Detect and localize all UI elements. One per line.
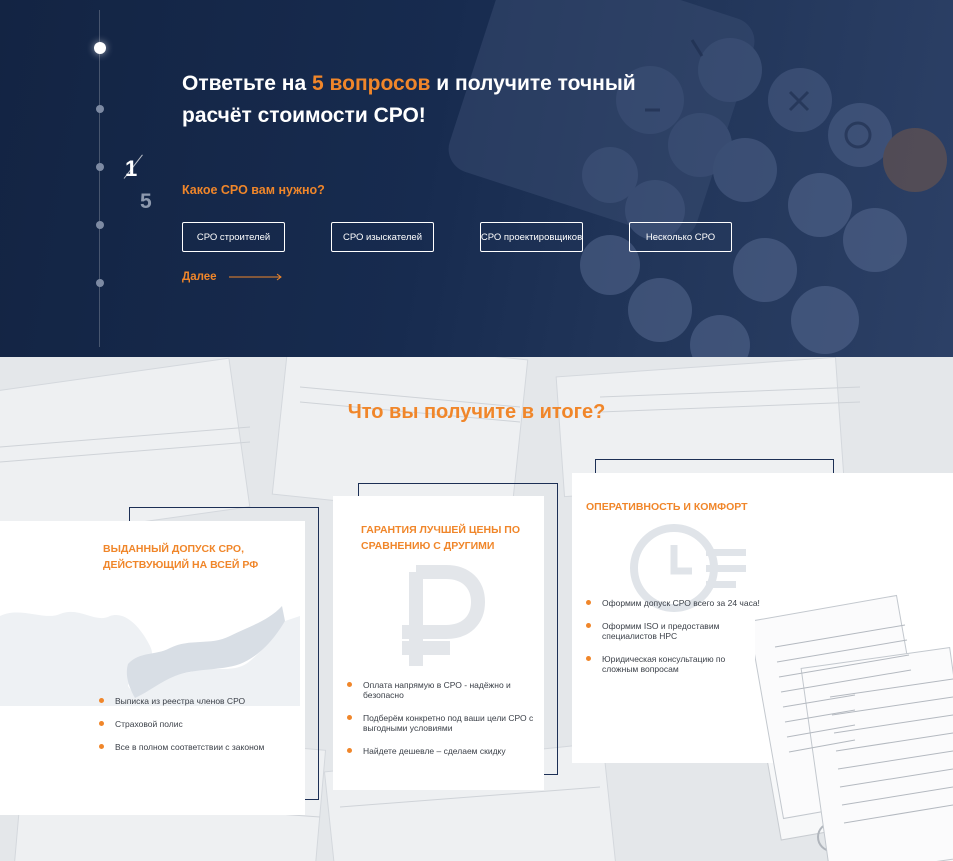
option-surveyors-button[interactable]: СРО изыскателей (331, 222, 434, 252)
ruble-icon (402, 565, 486, 666)
timeline-step-active (94, 42, 106, 54)
card-bullet-list: Выписка из реестра членов СРО Страховой … (99, 696, 299, 765)
list-item: Оплата напрямую в СРО - надёжно и безопа… (347, 680, 537, 700)
next-link[interactable]: Далее (182, 271, 283, 283)
list-item: Выписка из реестра членов СРО (99, 696, 299, 706)
step-counter-total: 5 (140, 190, 152, 213)
documents-decoration (755, 594, 953, 861)
timeline-step (96, 279, 104, 287)
quiz-section: 1 5 Ответьте на 5 вопросов и получите то… (0, 0, 953, 357)
list-item: Оформим допуск СРО всего за 24 часа! (586, 598, 761, 608)
card-title: Выданный допуск СРО, действующий на всей… (103, 543, 259, 571)
card-title: Оперативность и комфорт (586, 501, 748, 513)
russia-map-icon (0, 606, 300, 706)
results-title: Что вы получите в итоге? (347, 401, 606, 423)
card-title: Гарантия лучшей цены по сравнению с друг… (361, 524, 521, 552)
quiz-question: Какое СРО вам нужно? (182, 183, 325, 197)
card-bullet-list: Оплата напрямую в СРО - надёжно и безопа… (347, 680, 537, 769)
calculator-background (448, 0, 947, 357)
option-builders-button[interactable]: СРО строителей (182, 222, 285, 252)
quiz-title: Ответьте на 5 вопросов и получите точный… (182, 68, 702, 132)
list-item: Страховой полис (99, 719, 299, 729)
timeline-step (96, 163, 104, 171)
arrow-right-icon (228, 273, 282, 281)
next-label: Далее (182, 271, 217, 283)
list-item: Оформим ISO и предоставим специалистов Н… (586, 621, 761, 641)
option-several-button[interactable]: Несколько СРО (629, 222, 732, 252)
results-section: Что вы получите в итоге? Выданный допуск… (0, 357, 953, 861)
list-item: Все в полном соответствии с законом (99, 742, 299, 752)
benefit-card-price: Гарантия лучшей цены по сравнению с друг… (333, 496, 544, 790)
list-item: Найдете дешевле – сделаем скидку (347, 746, 537, 756)
timeline-step (96, 105, 104, 113)
benefit-card-permit: Выданный допуск СРО, действующий на всей… (0, 521, 305, 815)
option-designers-button[interactable]: СРО проектировщиков (480, 222, 583, 252)
timeline-step (96, 221, 104, 229)
quiz-title-accent: 5 вопросов (312, 72, 431, 95)
quiz-title-part1: Ответьте на (182, 72, 312, 95)
card-bullet-list: Оформим допуск СРО всего за 24 часа! Офо… (586, 598, 761, 687)
list-item: Юридическая консультацию по сложным вопр… (586, 654, 761, 674)
list-item: Подберём конкретно под ваши цели СРО с в… (347, 713, 537, 733)
progress-timeline (99, 10, 100, 347)
